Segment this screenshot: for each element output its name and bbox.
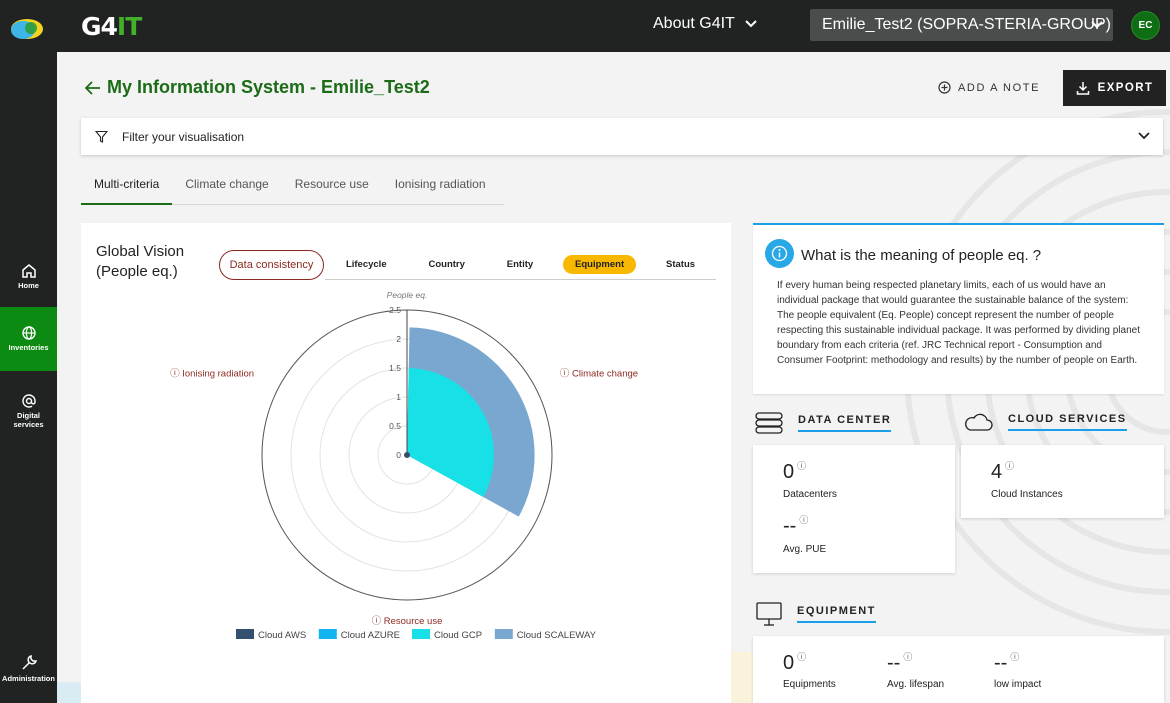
- radial-tick-label: 2.5: [389, 305, 401, 315]
- polar-category-label[interactable]: ⓘ Ionising radiation: [170, 369, 254, 380]
- info-icon[interactable]: ⓘ: [797, 652, 806, 662]
- add-note-label: ADD A NOTE: [958, 81, 1041, 94]
- radial-tick-label: 0.5: [389, 421, 401, 431]
- home-icon: [21, 264, 36, 279]
- avg-pue-label: Avg. PUE: [783, 544, 827, 555]
- tab-multi-criteria[interactable]: Multi-criteria: [81, 169, 173, 205]
- cloud-services-card: 4 ⓘ Cloud Instances: [961, 445, 1164, 518]
- legend-swatch: [494, 629, 513, 639]
- people-eq-info-card: What is the meaning of people eq. ? If e…: [753, 223, 1164, 394]
- info-title: What is the meaning of people eq. ?: [801, 247, 1042, 264]
- add-note-button[interactable]: ADD A NOTE: [938, 81, 1040, 94]
- arrow-left-icon[interactable]: [85, 80, 101, 95]
- chevron-down-icon: [1138, 132, 1150, 140]
- info-icon[interactable]: ⓘ: [799, 515, 808, 525]
- tab-climate-change[interactable]: Climate change: [172, 169, 281, 205]
- sidebar-item-home[interactable]: Home: [0, 245, 57, 309]
- radial-tick-label: 0: [396, 450, 401, 460]
- equipments-value: 0 ⓘ: [783, 652, 807, 674]
- criteria-tabs: Multi-criteria Climate change Resource u…: [81, 169, 504, 205]
- info-text: If every human being respected planetary…: [777, 280, 1140, 366]
- legend-label: Cloud SCALEWAY: [517, 630, 597, 641]
- brand-logo[interactable]: G4IT: [81, 12, 142, 41]
- legend-label: Cloud AZURE: [341, 630, 400, 641]
- info-icon[interactable]: ⓘ: [903, 652, 912, 662]
- cloud-instances-label: Cloud Instances: [991, 489, 1063, 500]
- tab-resource-use[interactable]: Resource use: [282, 169, 382, 205]
- equipment-card: 0 ⓘ Equipments -- ⓘ Avg. lifespan -- ⓘ low …: [753, 636, 1164, 703]
- avg-lifespan-value: -- ⓘ: [887, 652, 913, 674]
- polar-category-label[interactable]: ⓘ Climate change: [560, 369, 638, 380]
- app-logo-icon[interactable]: [10, 18, 44, 40]
- cloud-icon: [965, 413, 993, 431]
- filter-bar[interactable]: Filter your visualisation: [81, 118, 1163, 155]
- page-title: My Information System - Emilie_Test2: [85, 77, 430, 98]
- export-label: EXPORT: [1097, 82, 1154, 94]
- info-icon: [765, 239, 794, 268]
- legend-label: Cloud GCP: [434, 630, 482, 641]
- filter-icon: [95, 130, 108, 143]
- cloud-services-title: CLOUD SERVICES: [1008, 413, 1127, 431]
- at-icon: [21, 394, 36, 408]
- info-icon[interactable]: ⓘ: [1010, 652, 1019, 662]
- organization-select[interactable]: Emilie_Test2 (SOPRA-STERIA-GROUP): [810, 9, 1113, 41]
- sidebar-item-administration[interactable]: Administration: [0, 637, 57, 701]
- top-bar: G4IT About G4IT Emilie_Test2 (SOPRA-STER…: [0, 0, 1170, 52]
- filter-label: Filter your visualisation: [122, 129, 245, 144]
- avatar[interactable]: EC: [1131, 11, 1160, 40]
- polar-bar-chart: ⓘ Climate change ⓘ Resource use ⓘ Ionising…: [170, 290, 638, 641]
- chevron-down-icon: [1091, 21, 1103, 29]
- sidebar-item-label: Home: [18, 281, 39, 291]
- export-button[interactable]: EXPORT: [1063, 70, 1166, 106]
- polar-bar-cloud-aws-dot: [404, 452, 410, 458]
- chevron-down-icon: [745, 20, 757, 28]
- page-title-text: My Information System - Emilie_Test2: [107, 77, 430, 97]
- download-icon: [1076, 82, 1089, 95]
- radial-tick-label: 1: [396, 392, 401, 402]
- data-center-title: DATA CENTER: [798, 414, 892, 432]
- server-icon: [755, 412, 783, 434]
- low-impact-value: -- ⓘ: [994, 652, 1020, 674]
- tab-ionising-radiation[interactable]: Ionising radiation: [382, 169, 499, 205]
- legend-label: Cloud AWS: [258, 630, 306, 641]
- about-label: About G4IT: [653, 15, 735, 32]
- about-menu[interactable]: About G4IT: [653, 15, 757, 33]
- sidebar-item-label: Inventories: [8, 343, 49, 353]
- info-icon[interactable]: ⓘ: [797, 461, 806, 471]
- equipment-title: EQUIPMENT: [797, 605, 876, 623]
- datacenters-value: 0 ⓘ: [783, 461, 807, 483]
- sidebar: Home Inventories Digital services Admini…: [0, 52, 57, 703]
- low-impact-label: low impact: [994, 679, 1042, 690]
- sidebar-item-label: Digital services: [13, 411, 44, 429]
- cloud-instances-value: 4 ⓘ: [991, 461, 1015, 483]
- organization-select-value: Emilie_Test2 (SOPRA-STERIA-GROUP): [822, 16, 1111, 33]
- data-center-heading: DATA CENTER: [754, 411, 892, 435]
- equipment-heading: EQUIPMENT: [755, 600, 876, 628]
- avg-pue-value: -- ⓘ: [783, 515, 809, 537]
- global-vision-card: Global Vision (People eq.) Data consiste…: [81, 223, 731, 703]
- data-center-card: 0 ⓘ Datacenters -- ⓘ Avg. PUE: [753, 445, 955, 573]
- avg-lifespan-label: Avg. lifespan: [887, 679, 945, 690]
- sidebar-item-label: Administration: [2, 674, 55, 684]
- radial-axis-title: People eq.: [387, 290, 428, 300]
- legend-swatch: [318, 629, 337, 639]
- equipments-label: Equipments: [783, 679, 836, 690]
- plus-circle-icon: [938, 81, 951, 94]
- main-content: My Information System - Emilie_Test2 ADD…: [57, 52, 1170, 703]
- radial-tick-label: 2: [396, 334, 401, 344]
- monitor-icon: [756, 602, 782, 626]
- info-icon[interactable]: ⓘ: [1005, 461, 1014, 471]
- legend-swatch: [236, 629, 254, 639]
- sidebar-item-digital-services[interactable]: Digital services: [0, 379, 57, 443]
- radial-tick-label: 1.5: [389, 363, 401, 373]
- globe-icon: [21, 326, 36, 341]
- datacenters-label: Datacenters: [783, 489, 837, 500]
- sidebar-item-inventories[interactable]: Inventories: [0, 307, 57, 371]
- cloud-services-heading: CLOUD SERVICES: [962, 411, 1127, 433]
- legend-swatch: [412, 629, 430, 639]
- polar-category-label[interactable]: ⓘ Resource use: [372, 616, 443, 627]
- wrench-icon: [21, 655, 37, 670]
